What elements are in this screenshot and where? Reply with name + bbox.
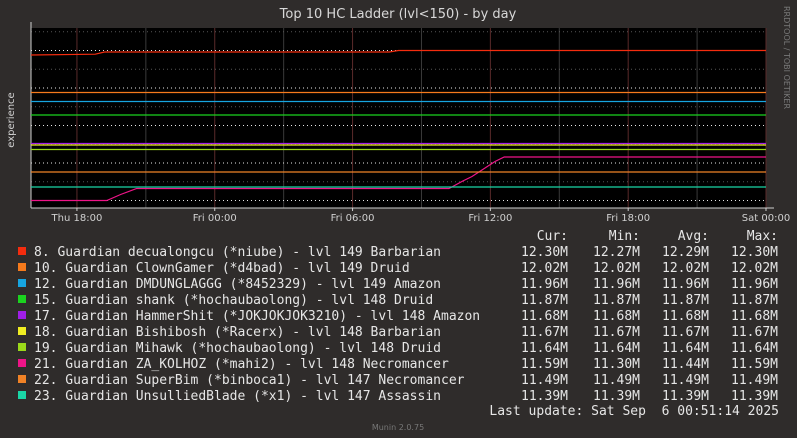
legend-swatch	[18, 375, 26, 383]
x-tick-label: Thu 18:00	[51, 213, 103, 224]
legend-value: 11.96M	[731, 277, 778, 292]
legend-value: 11.67M	[593, 325, 640, 340]
legend-column-header: Cur:	[537, 229, 568, 244]
legend-value: 11.96M	[521, 277, 568, 292]
legend-series-name: 10. Guardian ClownGamer (*d4bad) - lvl 1…	[34, 261, 410, 276]
legend-swatch	[18, 263, 26, 271]
legend-swatch	[18, 295, 26, 303]
legend-value: 11.39M	[521, 389, 568, 404]
legend-value: 12.02M	[731, 261, 778, 276]
legend-value: 11.87M	[731, 293, 778, 308]
legend-value: 11.39M	[593, 389, 640, 404]
y-axis-label: experience	[6, 92, 17, 147]
rrdtool-credit: RRDTOOL / TOBI OETIKER	[782, 6, 791, 109]
legend-value: 11.49M	[731, 373, 778, 388]
legend-value: 11.67M	[662, 325, 709, 340]
legend-series-name: 12. Guardian DMDUNGLAGGG (*8452329) - lv…	[34, 277, 441, 292]
legend-swatch	[18, 247, 26, 255]
legend-swatch	[18, 279, 26, 287]
legend-series-name: 15. Guardian shank (*hochaubaolong) - lv…	[34, 293, 433, 308]
legend-value: 12.02M	[521, 261, 568, 276]
legend-value: 11.67M	[521, 325, 568, 340]
x-tick-label: Fri 06:00	[331, 213, 375, 224]
legend-value: 11.87M	[521, 293, 568, 308]
legend-value: 11.64M	[662, 341, 709, 356]
legend-column-header: Avg:	[678, 229, 709, 244]
legend-value: 11.30M	[593, 357, 640, 372]
legend-series-name: 18. Guardian Bishibosh (*Racerx) - lvl 1…	[34, 325, 441, 340]
legend-value: 11.68M	[521, 309, 568, 324]
legend-value: 11.49M	[521, 373, 568, 388]
legend-value: 11.87M	[593, 293, 640, 308]
munin-version: Munin 2.0.75	[372, 423, 424, 432]
legend-column-header: Min:	[609, 229, 640, 244]
legend-value: 11.59M	[731, 357, 778, 372]
legend-series-name: 19. Guardian Mihawk (*hochaubaolong) - l…	[34, 341, 441, 356]
legend-value: 11.68M	[731, 309, 778, 324]
legend-value: 11.67M	[731, 325, 778, 340]
x-tick-label: Fri 12:00	[468, 213, 512, 224]
legend-value: 12.30M	[521, 245, 568, 260]
legend-series-name: 23. Guardian UnsulliedBlade (*x1) - lvl …	[34, 389, 441, 404]
chart: Top 10 HC Ladder (lvl<150) - by day RRDT…	[6, 6, 791, 432]
x-tick-label: Fri 00:00	[193, 213, 237, 224]
legend-series-name: 17. Guardian HammerShit (*JOKJOKJOK3210)…	[34, 309, 480, 324]
legend-value: 11.87M	[662, 293, 709, 308]
x-axis-ticks: Thu 18:00 Fri 00:00 Fri 06:00 Fri 12:00 Fri …	[51, 208, 790, 224]
legend-value: 11.64M	[593, 341, 640, 356]
legend-value: 11.49M	[593, 373, 640, 388]
legend-value: 12.30M	[731, 245, 778, 260]
chart-title: Top 10 HC Ladder (lvl<150) - by day	[279, 7, 517, 22]
legend-column-header: Max:	[747, 229, 778, 244]
legend-swatch	[18, 343, 26, 351]
x-tick-label: Sat 00:00	[742, 213, 790, 224]
legend-value: 12.02M	[662, 261, 709, 276]
legend-value: 12.02M	[593, 261, 640, 276]
legend-series-name: 21. Guardian ZA_KOLHOZ (*mahi2) - lvl 14…	[34, 357, 449, 372]
legend-value: 11.39M	[662, 389, 709, 404]
legend-series-name: 22. Guardian SuperBim (*binboca1) - lvl …	[34, 373, 465, 388]
legend-value: 11.49M	[662, 373, 709, 388]
legend-value: 11.96M	[662, 277, 709, 292]
legend-swatch	[18, 359, 26, 367]
legend-value: 11.96M	[593, 277, 640, 292]
legend-series-name: 8. Guardian decualongcu (*niube) - lvl 1…	[34, 245, 441, 260]
legend-value: 11.64M	[521, 341, 568, 356]
legend-swatch	[18, 327, 26, 335]
legend-value: 12.27M	[593, 245, 640, 260]
legend-value: 11.39M	[731, 389, 778, 404]
legend-value: 12.29M	[662, 245, 709, 260]
legend-value: 11.59M	[521, 357, 568, 372]
x-tick-label: Fri 18:00	[606, 213, 650, 224]
legend: Cur: Min: Avg: Max: 8. Guardian decualongcu …	[18, 229, 778, 404]
legend-swatch	[18, 391, 26, 399]
legend-value: 11.68M	[662, 309, 709, 324]
plot-background	[31, 28, 766, 208]
legend-value: 11.44M	[662, 357, 709, 372]
legend-value: 11.68M	[593, 309, 640, 324]
legend-value: 11.64M	[731, 341, 778, 356]
last-update: Last update: Sat Sep 6 00:51:14 2025	[489, 404, 779, 419]
legend-swatch	[18, 311, 26, 319]
